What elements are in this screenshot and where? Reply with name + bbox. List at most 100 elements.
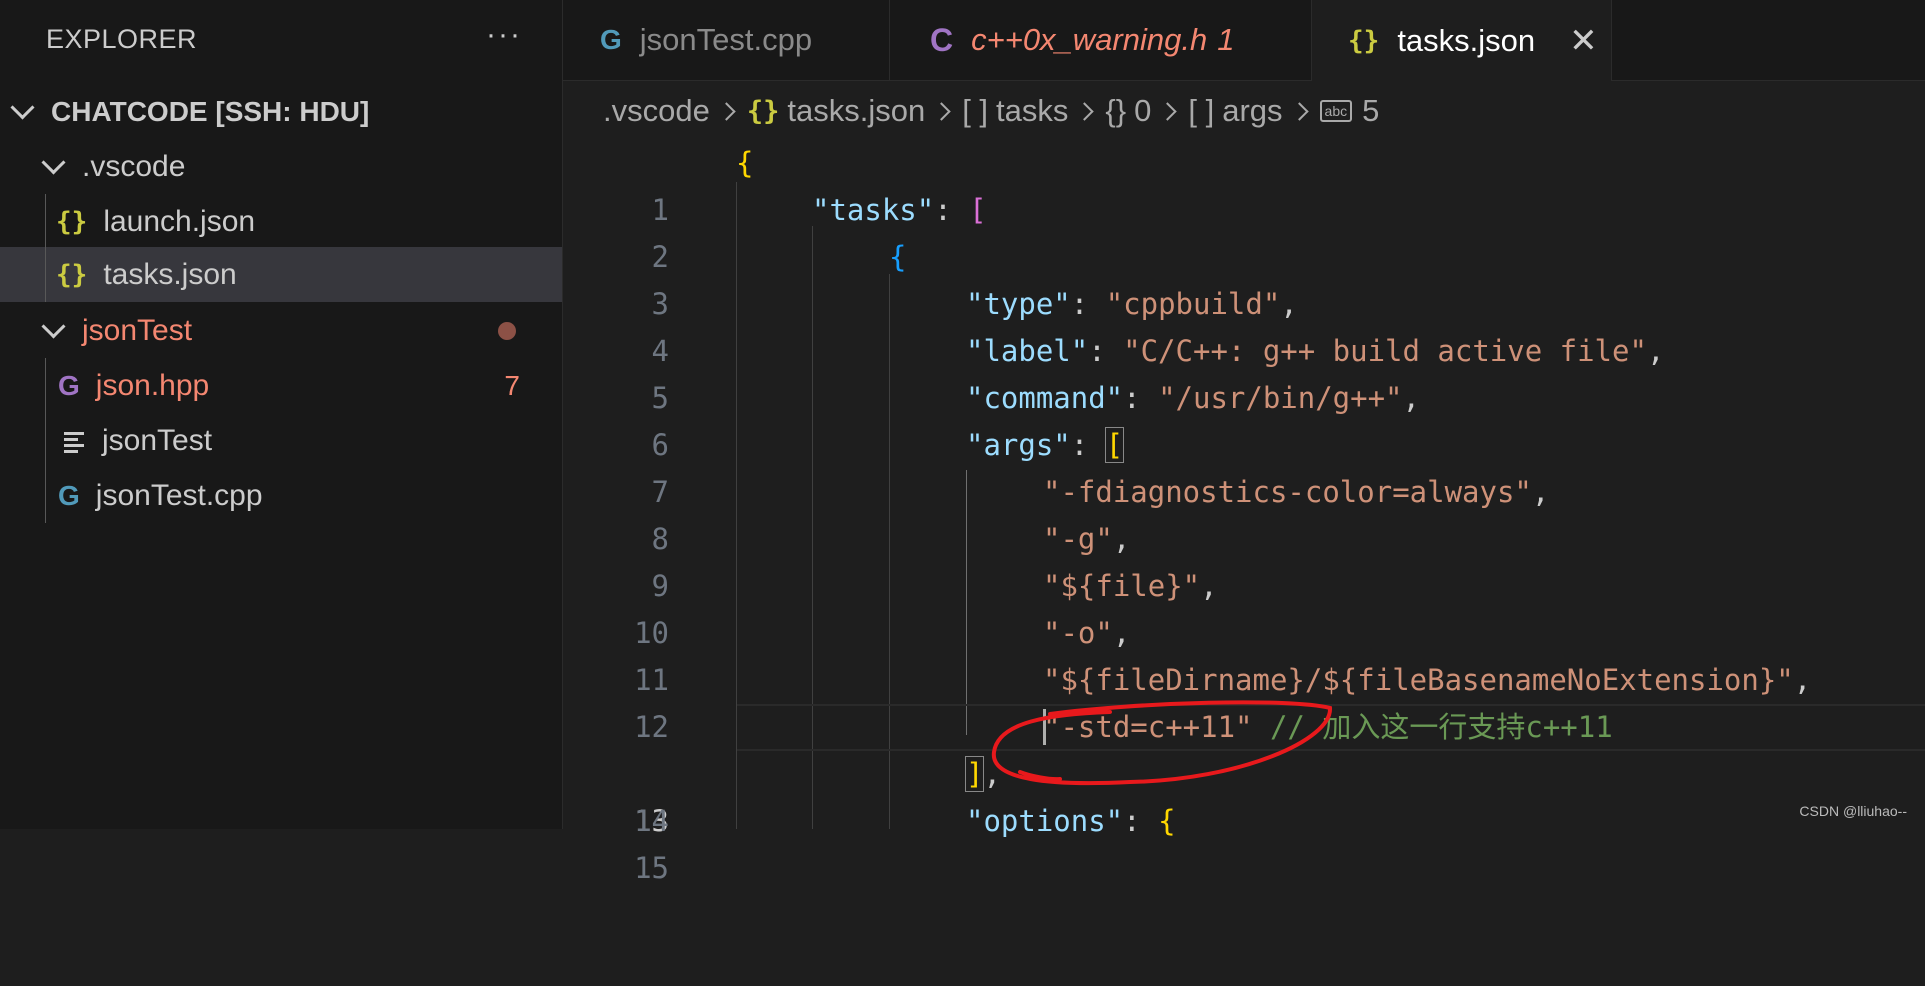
tree-item-label: launch.json [103, 204, 256, 238]
token: , [1531, 475, 1550, 509]
token: "options" [966, 804, 1124, 838]
token: : [1070, 287, 1106, 321]
breadcrumb-file[interactable]: tasks.json [787, 93, 925, 129]
breadcrumb-folder[interactable]: .vscode [603, 93, 710, 129]
token: , [983, 757, 1001, 791]
cpp-file-icon: G [58, 479, 80, 511]
token: { [736, 146, 754, 180]
tab-problem-badge: 1 [1217, 22, 1235, 57]
code-line: 11 "-o", [563, 610, 1925, 697]
code-line: 1 { [563, 140, 1925, 227]
tree-file-json-hpp[interactable]: G json.hpp 7 [0, 358, 562, 413]
token: , [1112, 522, 1131, 556]
tab-tasks-json[interactable]: {} tasks.json ✕ [1312, 0, 1612, 81]
token: : [934, 193, 970, 227]
code-line: 7 "args": [ [563, 422, 1925, 509]
tab-jsontest-cpp[interactable]: G jsonTest.cpp [563, 0, 890, 80]
tree-item-label: jsonTest.cpp [95, 478, 263, 512]
chevron-down-icon [10, 95, 35, 120]
token: , [1200, 569, 1218, 603]
breadcrumb-symbol-args[interactable]: args [1222, 93, 1282, 129]
token: : [1088, 334, 1124, 368]
code-line: 9 "-g", [563, 516, 1925, 603]
token: , [1280, 287, 1298, 321]
tab-label: c++0x_warning.h [971, 22, 1208, 57]
tree-file-jsontest-cpp[interactable]: G jsonTest.cpp [0, 468, 562, 523]
breadcrumb-symbol-5[interactable]: 5 [1362, 93, 1379, 129]
code-line: 2 "tasks": [ [563, 187, 1925, 274]
token: "args" [966, 428, 1071, 462]
tab-cpp0x-warning-h[interactable]: C c++0x_warning.h 1 [890, 0, 1312, 80]
token: , [1402, 381, 1420, 415]
token: , [1793, 663, 1812, 697]
token: : [1070, 428, 1106, 462]
object-symbol-icon: {} [1105, 93, 1127, 128]
chevron-down-icon [41, 314, 66, 339]
code-line: 4 "type": "cppbuild", [563, 281, 1925, 368]
matching-bracket: [ [1104, 427, 1125, 463]
token: : [1123, 804, 1159, 838]
token: , [1646, 334, 1665, 368]
code-line: 5 "label": "C/C++: g++ build active file… [563, 328, 1925, 415]
explorer-sidebar: EXPLORER ··· CHATCODE [SSH: HDU] .vscode… [0, 0, 563, 829]
tab-label: tasks.json [1397, 22, 1536, 58]
breadcrumb-symbol-0[interactable]: 0 [1134, 93, 1151, 129]
chevron-right-icon [1158, 101, 1178, 121]
matching-bracket: ] [964, 756, 985, 792]
token: { [889, 240, 907, 274]
code-line: 10 "${file}", [563, 563, 1925, 650]
more-actions-icon[interactable]: ··· [486, 18, 522, 52]
chevron-right-icon [717, 101, 736, 121]
array-symbol-icon: [ ] [1188, 93, 1215, 128]
code-editor[interactable]: 1 { 2 "tasks": [ 3 { 4 "type": "cppbuild… [563, 140, 1925, 885]
token: "cppbuild" [1105, 287, 1281, 321]
breadcrumb-symbol-tasks[interactable]: tasks [996, 93, 1068, 129]
code-line: 8 "-fdiagnostics-color=always", [563, 469, 1925, 556]
token: { [1158, 804, 1176, 838]
token: "-std=c++11" [1043, 710, 1253, 744]
chevron-down-icon [41, 150, 66, 175]
cpp-file-icon: G [58, 369, 80, 401]
token: "-o" [1043, 616, 1113, 650]
tree-indent-guide [45, 358, 46, 523]
code-line: 12 "${fileDirname}/${fileBasenameNoExten… [563, 657, 1925, 744]
explorer-header: EXPLORER ··· [0, 0, 562, 80]
json-file-icon: {} [56, 206, 88, 237]
workspace-root[interactable]: CHATCODE [SSH: HDU] [0, 84, 562, 139]
tree-folder-vscode[interactable]: .vscode [0, 139, 562, 194]
code-line-current: 13 "-std=c++11" // 加入这一行支持c++11 [563, 704, 1925, 838]
close-icon[interactable]: ✕ [1569, 21, 1598, 61]
text-file-icon [64, 431, 84, 453]
comment-token: // 加入这一行支持c++11 [1252, 710, 1613, 744]
json-file-icon: {} [746, 95, 780, 127]
tree-folder-jsontest[interactable]: jsonTest [0, 303, 562, 358]
breadcrumb: .vscode {} tasks.json [ ] tasks {} 0 [ ]… [603, 88, 1379, 134]
tree-item-label: .vscode [82, 149, 186, 183]
text-cursor [1043, 709, 1046, 745]
explorer-title: EXPLORER [46, 24, 198, 54]
token: : [1123, 381, 1159, 415]
tree-file-launch-json[interactable]: {} launch.json [0, 194, 562, 249]
token: "type" [966, 287, 1071, 321]
string-symbol-icon: abc [1319, 100, 1353, 122]
tree-file-tasks-json[interactable]: {} tasks.json [0, 247, 562, 302]
tree-file-jsontest[interactable]: jsonTest [0, 413, 562, 468]
problem-count-badge: 7 [504, 369, 520, 401]
token: [ [969, 193, 987, 227]
code-line: 6 "command": "/usr/bin/g++", [563, 375, 1925, 462]
token: "/usr/bin/g++" [1158, 381, 1403, 415]
cpp-file-icon: G [600, 24, 622, 55]
tree-indent-guide [45, 194, 46, 302]
tab-label: jsonTest.cpp [639, 22, 813, 57]
token: , [1112, 616, 1131, 650]
code-line: 15 "options": { [563, 798, 1925, 885]
editor-tabbar: G jsonTest.cpp C c++0x_warning.h 1 {} ta… [563, 0, 1925, 81]
c-file-icon: C [930, 21, 954, 58]
workspace-root-label: CHATCODE [SSH: HDU] [51, 95, 370, 127]
json-file-icon: {} [1348, 25, 1380, 56]
array-symbol-icon: [ ] [962, 93, 989, 128]
problem-dot-icon [498, 321, 516, 340]
token: "${file}" [1043, 569, 1201, 603]
token: "C/C++: g++ build active file" [1123, 334, 1647, 368]
json-file-icon: {} [56, 259, 88, 290]
